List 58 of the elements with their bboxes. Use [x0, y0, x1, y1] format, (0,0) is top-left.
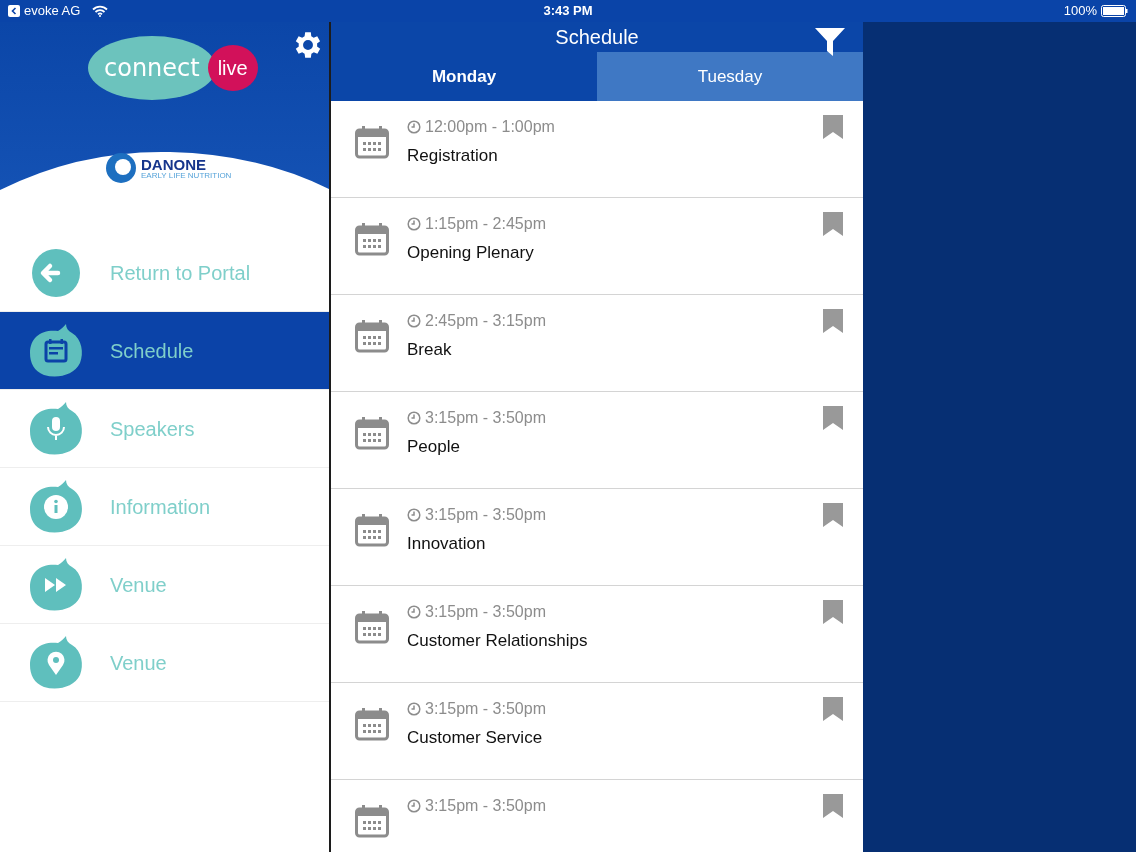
session-title: Registration [407, 145, 499, 167]
calendar-icon [355, 513, 389, 547]
calendar-icon [355, 707, 389, 741]
day-tab[interactable]: Monday [331, 52, 597, 101]
brand-tagline: EARLY LIFE NUTRITION [141, 171, 232, 180]
session-time: 3:15pm - 3:50pm [425, 505, 546, 525]
session-time: 3:15pm - 3:50pm [425, 602, 546, 622]
filter-icon[interactable] [815, 28, 845, 56]
clock-icon [407, 217, 421, 231]
battery-icon [1101, 5, 1128, 17]
wifi-icon [92, 5, 109, 17]
clock-icon [407, 314, 421, 328]
session-time: 3:15pm - 3:50pm [425, 796, 546, 816]
bookmark-icon[interactable] [823, 794, 843, 818]
menu-item[interactable]: Information [0, 468, 329, 546]
bookmark-icon[interactable] [823, 309, 843, 333]
clock-icon [407, 120, 421, 134]
session-time: 2:45pm - 3:15pm [425, 311, 546, 331]
menu-item[interactable]: Speakers [0, 390, 329, 468]
menu-item[interactable]: Schedule [0, 312, 329, 390]
session-title: Opening Plenary [407, 242, 535, 264]
day-tab[interactable]: Tuesday [597, 52, 863, 101]
session-time: 1:15pm - 2:45pm [425, 214, 546, 234]
bookmark-icon[interactable] [823, 115, 843, 139]
brand-name: DANONE [141, 156, 207, 172]
calendar-icon [355, 222, 389, 256]
calendar-icon [355, 125, 389, 159]
session-title: Innovation [407, 533, 487, 555]
calendar-icon [355, 804, 389, 838]
back-arrow-icon[interactable] [8, 5, 20, 17]
bookmark-icon[interactable] [823, 503, 843, 527]
session-time: 12:00pm - 1:00pm [425, 117, 555, 137]
screen-title: Schedule [555, 25, 639, 50]
calendar-icon [355, 416, 389, 450]
session-title: Break [407, 339, 453, 361]
brand-globe-icon [105, 152, 137, 184]
clock-icon [407, 508, 421, 522]
session-title: Customer Service [407, 727, 544, 749]
battery-percentage: 100% [1063, 2, 1097, 21]
menu-item[interactable]: Venue [0, 624, 329, 702]
bookmark-icon[interactable] [823, 212, 843, 236]
session-time: 3:15pm - 3:50pm [425, 699, 546, 719]
session-title: People [407, 436, 461, 458]
clock-icon [407, 411, 421, 425]
session-time: 3:15pm - 3:50pm [425, 408, 546, 428]
back-app-label[interactable]: evoke AG [24, 1, 81, 21]
clock-time: 3:43 PM [543, 2, 593, 21]
bookmark-icon[interactable] [823, 406, 843, 430]
clock-icon [407, 799, 421, 813]
clock-icon [407, 702, 421, 716]
bookmark-icon[interactable] [823, 600, 843, 624]
logo-badge: live [207, 45, 258, 91]
menu-item[interactable]: Venue [0, 546, 329, 624]
calendar-icon [355, 319, 389, 353]
clock-icon [407, 605, 421, 619]
calendar-icon [355, 610, 389, 644]
bookmark-icon[interactable] [823, 697, 843, 721]
session-title: Customer Relationships [407, 630, 589, 652]
